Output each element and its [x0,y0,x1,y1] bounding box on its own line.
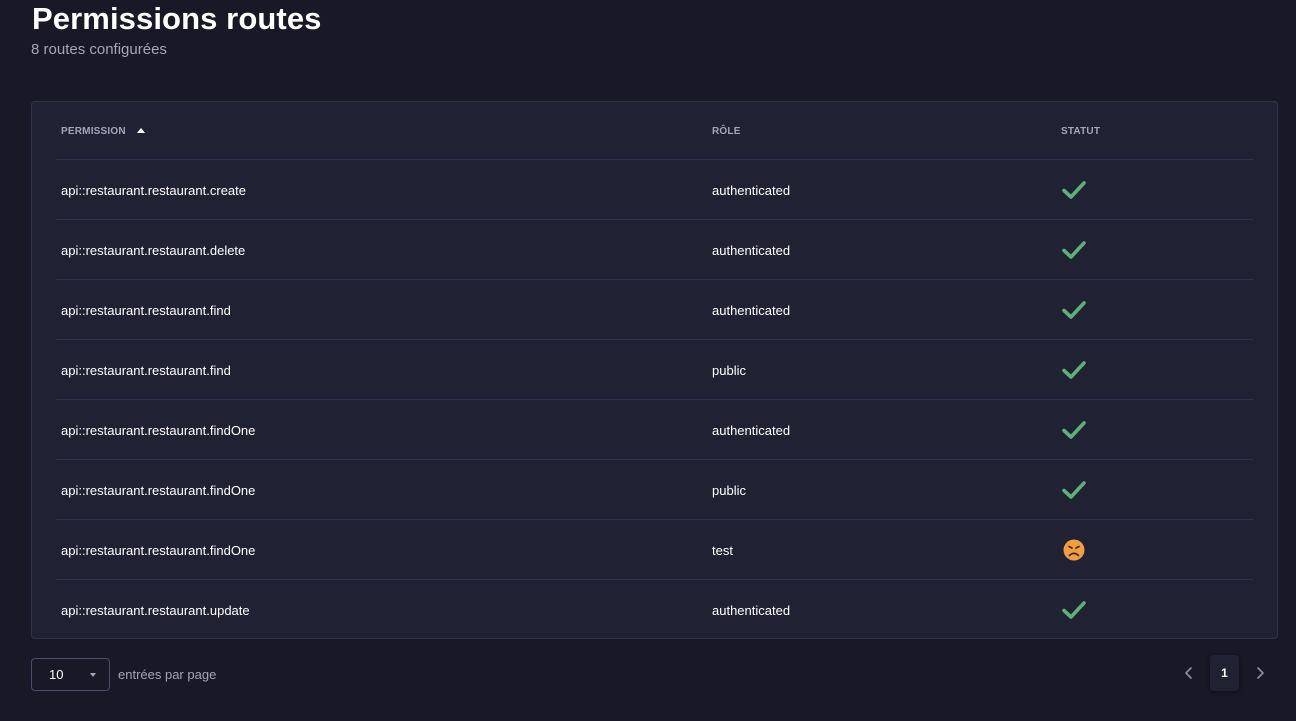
table-row: api::restaurant.restaurant.update authent… [56,580,1253,640]
cell-role: authenticated [712,242,791,258]
cell-role: authenticated [712,302,791,318]
cell-role: authenticated [712,182,791,198]
page: Permissions routes 8 routes configurées … [0,0,1296,721]
table-row: api::restaurant.restaurant.findOne public [56,460,1253,520]
check-icon [1062,301,1086,319]
check-icon [1062,481,1086,499]
chevron-left-icon [1185,667,1192,679]
page-subtitle: 8 routes configurées [31,41,167,58]
cell-permission: api::restaurant.restaurant.findOne [61,422,256,438]
cell-status [1061,400,1087,460]
page-button-1[interactable]: 1 [1210,655,1239,691]
cell-role: public [712,482,746,498]
cell-status [1061,460,1087,520]
cell-permission: api::restaurant.restaurant.create [61,182,246,198]
previous-page-button[interactable] [1180,663,1198,683]
table-row: api::restaurant.restaurant.find public [56,340,1253,400]
table-header: Permission Rôle Statut [56,102,1253,160]
cell-status [1061,340,1087,400]
next-page-button[interactable] [1251,663,1269,683]
permissions-table: Permission Rôle Statut api::restaurant.r… [31,101,1278,639]
check-icon [1062,361,1086,379]
table-row: api::restaurant.restaurant.create authent… [56,160,1253,220]
table-row: api::restaurant.restaurant.delete authent… [56,220,1253,280]
table-row: api::restaurant.restaurant.find authentic… [56,280,1253,340]
cell-role: authenticated [712,422,791,438]
page-size-select[interactable]: 10 [31,658,110,691]
table-row: api::restaurant.restaurant.findOne authen… [56,400,1253,460]
table-row: api::restaurant.restaurant.findOne test [56,520,1253,580]
sort-ascending-icon [136,128,145,133]
cell-status [1061,220,1087,280]
caret-down-icon [90,673,96,677]
check-icon [1062,181,1086,199]
cell-permission: api::restaurant.restaurant.delete [61,242,246,258]
check-icon [1062,241,1086,259]
column-header-status: Statut [1061,126,1101,137]
cell-status [1061,280,1087,340]
cell-permission: api::restaurant.restaurant.findOne [61,482,256,498]
column-header-permission-label: Permission [61,126,126,137]
table-body: api::restaurant.restaurant.createauthent… [56,160,1253,640]
page-size-label: entrées par page [118,667,217,682]
page-title: Permissions routes [32,1,322,36]
chevron-right-icon [1257,667,1264,679]
cell-permission: api::restaurant.restaurant.update [61,602,250,618]
cell-status [1061,520,1087,580]
column-header-permission[interactable]: Permission [61,126,145,137]
cell-role: test [712,542,733,558]
cell-permission: api::restaurant.restaurant.find [61,302,231,318]
page-size-value: 10 [49,667,64,682]
frown-face-icon [1063,539,1085,561]
check-icon [1062,421,1086,439]
cell-status [1061,580,1087,640]
cell-role: public [712,362,746,378]
cell-role: authenticated [712,602,791,618]
cell-permission: api::restaurant.restaurant.find [61,362,231,378]
column-header-role: Rôle [712,126,741,137]
check-icon [1062,601,1086,619]
cell-status [1061,160,1087,220]
cell-permission: api::restaurant.restaurant.findOne [61,542,256,558]
